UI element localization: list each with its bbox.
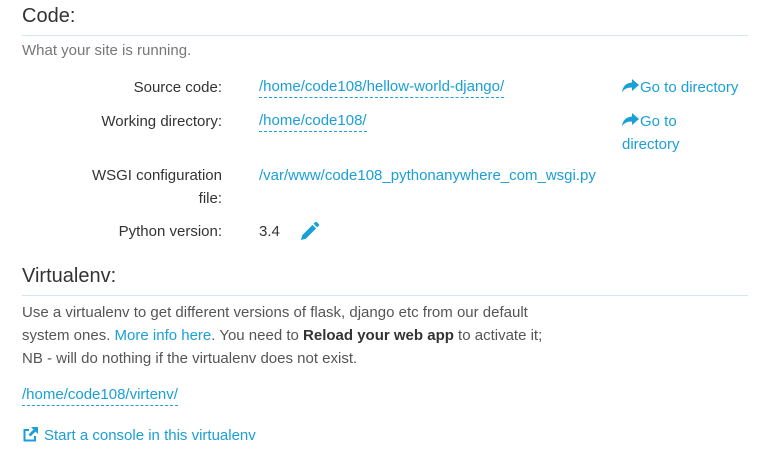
working-directory-go-to-label-line1: Go to	[640, 113, 677, 130]
virtualenv-description: Use a virtualenv to get different versio…	[22, 301, 562, 370]
source-code-label: Source code:	[133, 79, 222, 96]
virtualenv-description-text2: . You need to	[211, 327, 304, 344]
webapp-config-panel: Code: What your site is running. Source …	[0, 0, 768, 449]
pencil-icon[interactable]	[299, 222, 319, 242]
working-directory-path-field[interactable]: /home/code108/	[259, 110, 367, 132]
start-console-label: Start a console in this virtualenv	[44, 427, 256, 444]
start-console-link[interactable]: Start a console in this virtualenv	[22, 424, 256, 447]
code-section-divider	[22, 35, 748, 36]
working-directory-go-to-label-line2: directory	[622, 136, 680, 153]
wsgi-config-file-link[interactable]: /var/www/code108_pythonanywhere_com_wsgi…	[259, 164, 596, 187]
wsgi-config-label-line2: file:	[198, 190, 222, 207]
share-arrow-icon	[622, 79, 639, 93]
more-info-link[interactable]: More info here	[115, 327, 212, 344]
python-version-value: 3.4	[259, 223, 280, 240]
virtualenv-section-divider	[22, 295, 748, 296]
source-code-go-to-directory-label: Go to directory	[640, 79, 739, 96]
share-arrow-icon	[622, 113, 639, 127]
working-directory-go-to-directory-link[interactable]: Go to directory	[622, 110, 680, 156]
python-version-label: Python version:	[118, 223, 222, 240]
working-directory-label: Working directory:	[101, 113, 222, 130]
virtualenv-path-field[interactable]: /home/code108/virtenv/	[22, 384, 178, 406]
source-code-go-to-directory-link[interactable]: Go to directory	[622, 76, 738, 99]
source-code-path-field[interactable]: /home/code108/hellow-world-django/	[259, 76, 505, 98]
reload-web-app-emphasis: Reload your web app	[303, 327, 454, 344]
virtualenv-section-title: Virtualenv:	[22, 265, 117, 287]
external-link-icon	[23, 427, 38, 442]
wsgi-config-label: WSGI configuration file:	[92, 164, 222, 210]
code-section-title: Code:	[22, 5, 76, 27]
code-section-subtitle: What your site is running.	[22, 42, 192, 59]
wsgi-config-label-line1: WSGI configuration	[91, 167, 222, 184]
